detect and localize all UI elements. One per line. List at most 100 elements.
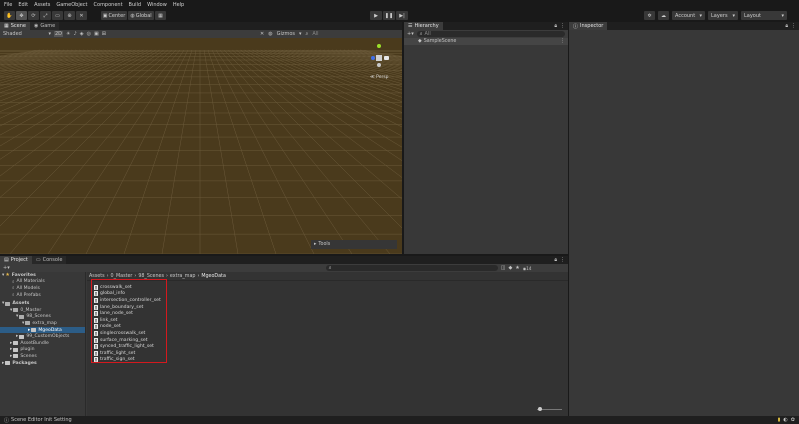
tools-icon[interactable]: ✕: [260, 31, 264, 37]
chevron-right-icon[interactable]: ▸: [10, 354, 12, 359]
menu-component[interactable]: Component: [94, 2, 123, 8]
tools-overlay[interactable]: ▸ Tools: [311, 240, 397, 249]
favorite-item[interactable]: ⌕ All Models: [0, 285, 85, 292]
menu-edit[interactable]: Edit: [18, 2, 28, 8]
tree-item[interactable]: ▸ plugin: [0, 347, 85, 354]
transform-tool-icon[interactable]: ⊕: [64, 11, 75, 20]
persp-label[interactable]: ≪ Persp: [370, 75, 389, 80]
x-axis-cone-icon[interactable]: [384, 56, 389, 60]
tab-console[interactable]: ▭ Console: [31, 256, 67, 264]
account-dropdown[interactable]: Account ▾: [672, 11, 705, 20]
tree-item[interactable]: ▸ MgeoData: [0, 326, 85, 334]
menu-build[interactable]: Build: [129, 2, 142, 8]
kebab-menu-icon[interactable]: ⋮: [791, 23, 796, 29]
progress-icon[interactable]: ◐: [783, 417, 787, 423]
rect-tool-icon[interactable]: ▭: [52, 11, 63, 20]
chevron-down-icon[interactable]: ▾: [16, 314, 18, 319]
chevron-right-icon[interactable]: ▸: [16, 334, 18, 339]
gizmos-dropdown[interactable]: Gizmos: [277, 31, 295, 37]
tree-item[interactable]: ▸ 99_CustomObjects: [0, 333, 85, 340]
breadcrumb-item[interactable]: extra_map: [170, 274, 196, 279]
grid-icon[interactable]: ⊞: [102, 31, 106, 37]
icon-size-slider-handle[interactable]: [538, 407, 542, 411]
grid-snap-icon[interactable]: ▦: [155, 11, 166, 20]
status-message[interactable]: Scene Editor Init Setting: [11, 417, 72, 423]
pivot-center-button[interactable]: ▣ Center: [101, 11, 127, 20]
chevron-down-icon[interactable]: ▾: [10, 308, 12, 313]
camera-icon[interactable]: ▣: [94, 31, 99, 37]
cloud-icon[interactable]: ☁: [658, 11, 669, 20]
hierarchy-root-sample-scene[interactable]: ◆ SampleScene ⋮: [404, 38, 568, 45]
breadcrumb-item[interactable]: MgeoData: [201, 274, 226, 279]
tree-item[interactable]: ▾ 0_Master: [0, 307, 85, 314]
layers-dropdown[interactable]: Layers ▾: [708, 11, 738, 20]
gizmo-globe-icon[interactable]: ◍: [268, 31, 272, 37]
scale-tool-icon[interactable]: ⤢: [40, 11, 51, 20]
chevron-right-icon[interactable]: ▸: [28, 328, 30, 333]
breadcrumb-item[interactable]: 0_Master: [111, 274, 133, 279]
scene-search-hint[interactable]: All: [312, 31, 318, 37]
tree-item[interactable]: ▾ extra_map: [0, 320, 85, 327]
tab-project[interactable]: ▤ Project: [0, 256, 32, 264]
menu-window[interactable]: Window: [147, 2, 167, 8]
lock-icon[interactable]: 🔒︎: [554, 23, 557, 29]
play-button[interactable]: ▶: [370, 11, 382, 20]
neg-y-axis-cone-icon[interactable]: [377, 63, 381, 67]
packages-header[interactable]: ▸ Packages: [0, 360, 85, 367]
chevron-right-icon[interactable]: ▸: [10, 347, 12, 352]
menu-gameobject[interactable]: GameObject: [56, 2, 87, 8]
kebab-menu-icon[interactable]: ⋮: [560, 257, 565, 263]
kebab-menu-icon[interactable]: ⋮: [560, 23, 565, 29]
hierarchy-search-input[interactable]: ⌕ All: [416, 31, 565, 37]
filter-type-icon[interactable]: ◫: [501, 265, 506, 271]
menu-assets[interactable]: Assets: [34, 2, 50, 8]
favorite-star-icon[interactable]: ★: [515, 265, 519, 271]
menu-file[interactable]: File: [4, 2, 12, 8]
move-tool-icon[interactable]: ✥: [16, 11, 27, 20]
chevron-right-icon[interactable]: ▸: [10, 341, 12, 346]
z-axis-cone-icon[interactable]: [371, 56, 375, 60]
favorites-header[interactable]: ▾ ★ Favorites: [0, 272, 85, 279]
rotate-tool-icon[interactable]: ⟳: [28, 11, 39, 20]
gizmo-center-cube-icon[interactable]: [376, 55, 382, 61]
tab-game[interactable]: ◉ Game: [29, 22, 60, 30]
favorite-item[interactable]: ⌕ All Materials: [0, 279, 85, 286]
mode-2d-toggle[interactable]: 2D: [54, 31, 64, 37]
add-icon[interactable]: +▾: [3, 265, 10, 271]
effects-icon[interactable]: ◈: [80, 31, 84, 37]
add-icon[interactable]: +▾: [407, 31, 414, 37]
pause-button[interactable]: ❚❚: [383, 11, 395, 20]
lighting-icon[interactable]: ☀: [66, 31, 70, 37]
audio-icon[interactable]: ♪: [74, 31, 77, 37]
layout-dropdown[interactable]: Layout ▾: [741, 11, 787, 20]
breadcrumb-item[interactable]: 98_Scenes: [138, 274, 164, 279]
tree-item[interactable]: ▸ AssetBundle: [0, 340, 85, 347]
orientation-gizmo[interactable]: ≪ Persp: [360, 42, 400, 82]
filter-label-icon[interactable]: ◆: [508, 265, 512, 271]
project-search-input[interactable]: ⌕: [325, 265, 498, 271]
step-button[interactable]: ▶|: [396, 11, 408, 20]
tab-inspector[interactable]: ⓘ Inspector: [569, 22, 608, 30]
custom-tool-icon[interactable]: ✕: [76, 11, 87, 20]
tab-scene[interactable]: ▦ Scene: [0, 22, 30, 30]
notification-icon[interactable]: ▮: [778, 417, 781, 423]
tree-item[interactable]: ▸ Scenes: [0, 353, 85, 360]
lock-icon[interactable]: 🔒︎: [785, 23, 788, 29]
scene-viewport[interactable]: ≪ Persp ▸ Tools: [0, 38, 402, 254]
hand-tool-icon[interactable]: ✋: [4, 11, 15, 20]
favorite-item[interactable]: ⌕ All Prefabs: [0, 292, 85, 299]
menu-help[interactable]: Help: [173, 2, 184, 8]
tree-item[interactable]: ▾ 98_Scenes: [0, 314, 85, 321]
visibility-icon[interactable]: ◎: [87, 31, 91, 37]
collab-icon[interactable]: ✲: [644, 11, 655, 20]
lock-icon[interactable]: 🔒︎: [554, 257, 557, 263]
chevron-down-icon[interactable]: ▾: [22, 321, 24, 326]
y-axis-cone-icon[interactable]: [377, 44, 381, 48]
kebab-menu-icon[interactable]: ⋮: [560, 39, 565, 44]
breadcrumb-item[interactable]: Assets: [89, 274, 105, 279]
shading-dropdown[interactable]: Shaded ▾: [3, 31, 51, 37]
tab-hierarchy[interactable]: ☰ Hierarchy: [404, 22, 443, 30]
assets-header[interactable]: ▾ Assets: [0, 300, 85, 307]
global-button[interactable]: ◍ Global: [128, 11, 154, 20]
debug-icon[interactable]: ✿: [791, 417, 795, 423]
